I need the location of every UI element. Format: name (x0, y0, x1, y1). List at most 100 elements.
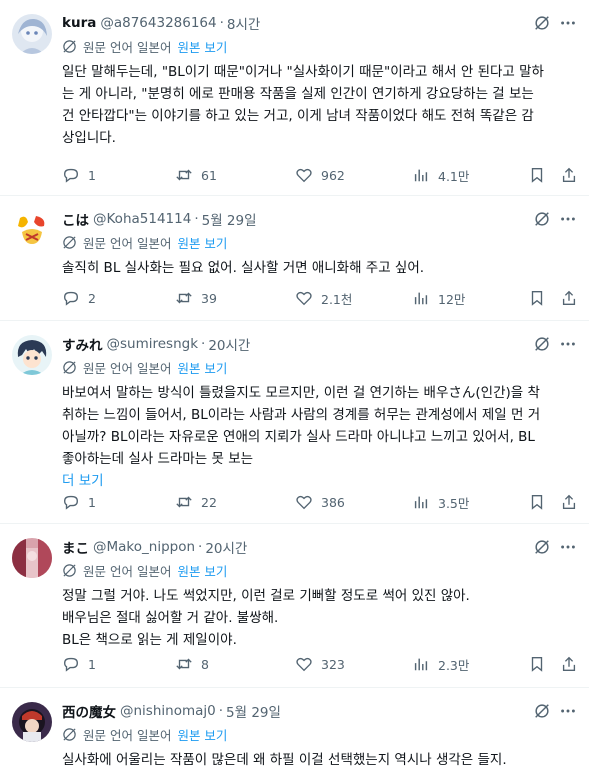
share-button[interactable] (560, 654, 586, 674)
like-icon (296, 657, 312, 672)
reply-icon (64, 291, 78, 306)
more-icon[interactable] (559, 538, 577, 556)
tweet[interactable]: 西の魔女 @nishinomaj0 · 5월 29일 원문 언어 일본어 원본 … (0, 688, 589, 783)
retweet-icon (176, 658, 192, 670)
timestamp[interactable]: 8시간 (227, 13, 260, 33)
show-more-link[interactable]: 더 보기 (62, 470, 582, 492)
share-button[interactable] (560, 492, 586, 512)
bookmark-icon (531, 168, 543, 183)
tweet-text-line: 상입니다. (62, 130, 116, 146)
user-handle[interactable]: @sumiresngk (107, 336, 199, 352)
translation-label: 원문 언어 일본어 (83, 235, 172, 251)
action-bar: 2 39 2.1천 12만 (62, 288, 582, 308)
like-icon (296, 168, 312, 183)
tweet-text-line: 배우님은 절대 싫어할 거 같아. 불쌍해. (62, 610, 279, 626)
retweet-button[interactable]: 22 (175, 492, 217, 512)
more-icon[interactable] (559, 702, 577, 720)
retweet-icon (176, 169, 192, 181)
timestamp[interactable]: 5월 29일 (202, 209, 257, 229)
tweet[interactable]: kura @a87643286164 · 8시간 원문 언어 일본어 원본 보기… (0, 0, 589, 196)
bookmark-button[interactable] (528, 288, 554, 308)
share-button[interactable] (560, 165, 586, 185)
user-handle[interactable]: @nishinomaj0 (120, 703, 216, 719)
grok-icon[interactable] (533, 335, 551, 353)
grok-icon[interactable] (533, 538, 551, 556)
grok-icon[interactable] (533, 210, 551, 228)
retweet-icon (176, 496, 192, 508)
display-name[interactable]: まこ (62, 537, 89, 557)
user-handle[interactable]: @a87643286164 (100, 15, 216, 31)
bookmark-button[interactable] (528, 492, 554, 512)
user-handle[interactable]: @Koha514114 (93, 211, 191, 227)
views-button[interactable]: 4.1만 (412, 165, 469, 185)
separator-dot: · (201, 336, 206, 352)
reply-button[interactable]: 2 (62, 288, 96, 308)
show-original-link[interactable]: 원본 보기 (177, 233, 227, 252)
retweet-button[interactable]: 8 (175, 654, 209, 674)
bookmark-button[interactable] (528, 654, 554, 674)
tweet[interactable]: まこ @Mako_nippon · 20시간 원문 언어 일본어 원본 보기 정… (0, 524, 589, 688)
action-bar: 1 61 962 4.1만 (62, 165, 582, 185)
retweet-button[interactable]: 61 (175, 165, 217, 185)
timestamp[interactable]: 20시간 (205, 537, 247, 557)
views-button[interactable]: 12만 (412, 288, 465, 308)
retweet-button[interactable]: 39 (175, 288, 217, 308)
tweet-text: 일단 말해두는데, "BL이기 때문"이거나 "실사화이기 때문"이라고 해서 … (62, 61, 582, 149)
reply-icon (64, 168, 78, 183)
globe-translate-icon (63, 39, 76, 53)
views-button[interactable]: 3.5만 (412, 492, 469, 512)
avatar[interactable] (12, 702, 52, 742)
display-name[interactable]: こは (62, 209, 89, 229)
retweet-count: 22 (201, 494, 217, 510)
bookmark-icon (531, 495, 543, 510)
like-count: 962 (321, 167, 345, 183)
avatar[interactable] (12, 210, 52, 250)
translation-bar: 원문 언어 일본어 원본 보기 (62, 358, 227, 376)
tweet-text-line: 정말 그럴 거야. 나도 썩었지만, 이런 걸로 기뻐할 정도로 썩어 있진 않… (62, 588, 470, 604)
like-button[interactable]: 323 (295, 654, 345, 674)
reply-button[interactable]: 1 (62, 492, 96, 512)
share-button[interactable] (560, 288, 586, 308)
views-icon (414, 496, 428, 509)
timestamp[interactable]: 5월 29일 (226, 701, 281, 721)
tweet-text-line: 솔직히 BL 실사화는 필요 없어. 실사할 거면 애니화해 주고 싶어. (62, 260, 425, 276)
display-name[interactable]: すみれ (62, 334, 103, 354)
view-count: 4.1만 (438, 168, 470, 184)
tweet-text-line: 취하는 느낌이 들어서, BL이라는 사람과 사람의 경계를 허무는 관계성에서… (62, 407, 541, 423)
avatar[interactable] (12, 14, 52, 54)
avatar[interactable] (12, 538, 52, 578)
like-icon (296, 291, 312, 306)
tweet[interactable]: こは @Koha514114 · 5월 29일 원문 언어 일본어 원본 보기 … (0, 196, 589, 321)
tweet-text: 실사화에 어울리는 작품이 많은데 왜 하필 이걸 선택했는지 역시나 생각은 … (62, 749, 582, 771)
reply-button[interactable]: 1 (62, 165, 96, 185)
more-icon[interactable] (559, 14, 577, 32)
avatar[interactable] (12, 335, 52, 375)
tweet-text: 바보여서 말하는 방식이 틀렸을지도 모르지만, 이런 걸 연기하는 배우さん(… (62, 382, 582, 492)
grok-icon[interactable] (533, 14, 551, 32)
tweet-header: 西の魔女 @nishinomaj0 · 5월 29일 (62, 701, 519, 721)
more-icon[interactable] (559, 210, 577, 228)
grok-icon[interactable] (533, 702, 551, 720)
like-button[interactable]: 2.1천 (295, 288, 352, 308)
tweet[interactable]: すみれ @sumiresngk · 20시간 원문 언어 일본어 원본 보기 바… (0, 321, 589, 524)
reply-count: 1 (88, 656, 96, 672)
show-original-link[interactable]: 원본 보기 (177, 725, 227, 744)
timestamp[interactable]: 20시간 (208, 334, 250, 354)
show-original-link[interactable]: 원본 보기 (177, 37, 227, 56)
display-name[interactable]: 西の魔女 (62, 701, 116, 721)
translation-bar: 원문 언어 일본어 원본 보기 (62, 233, 227, 251)
more-icon[interactable] (559, 335, 577, 353)
bookmark-button[interactable] (528, 165, 554, 185)
like-button[interactable]: 386 (295, 492, 345, 512)
like-count: 323 (321, 656, 345, 672)
views-button[interactable]: 2.3만 (412, 654, 469, 674)
retweet-count: 39 (201, 290, 217, 306)
display-name[interactable]: kura (62, 15, 96, 31)
separator-dot: · (198, 539, 203, 555)
reply-count: 2 (88, 290, 96, 306)
user-handle[interactable]: @Mako_nippon (93, 539, 195, 555)
reply-button[interactable]: 1 (62, 654, 96, 674)
show-original-link[interactable]: 원본 보기 (177, 561, 227, 580)
like-button[interactable]: 962 (295, 165, 345, 185)
show-original-link[interactable]: 원본 보기 (177, 358, 227, 377)
